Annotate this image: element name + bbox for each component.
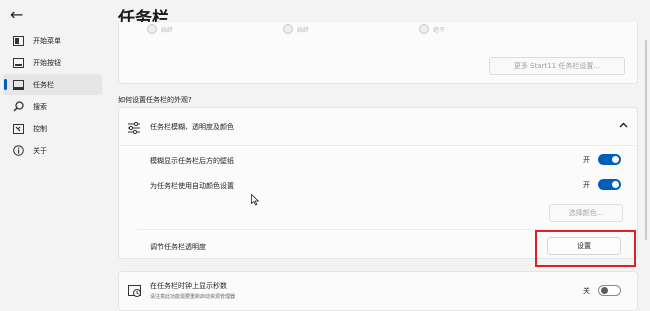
start-button-icon (12, 57, 24, 69)
info-icon (12, 145, 24, 157)
radio-dot (419, 24, 430, 34)
radio-option[interactable]: 绝不 (419, 24, 445, 34)
highlight-box (535, 230, 636, 267)
clock-seconds-toggle-group: 关 (583, 285, 621, 296)
radio-label: 始终 (297, 26, 310, 34)
clock-seconds-card: 在任务栏时钟上显示秒数 请注意此功能需要重新启动资源管理器 关 (118, 271, 638, 311)
radio-label: 始终 (161, 26, 174, 34)
sidebar-item-label: 关于 (33, 146, 47, 155)
blur-wallpaper-toggle[interactable] (598, 154, 621, 165)
sidebar-item-search[interactable]: 搜索 (3, 96, 102, 117)
back-arrow-icon[interactable]: ← (10, 7, 23, 23)
auto-color-toggle-group: 开 (583, 179, 621, 190)
transparency-label: 调节任务栏透明度 (150, 243, 206, 251)
clock-icon (128, 283, 142, 297)
auto-color-label: 为任务栏使用自动颜色设置 (150, 182, 234, 190)
radio-option[interactable]: 始终 (283, 24, 309, 34)
choose-color-button[interactable]: 选择颜色... (549, 204, 623, 222)
taskbar-options-card: 始终 始终 绝不 更多 Start11 任务栏设置... (118, 22, 638, 84)
more-taskbar-settings-button[interactable]: 更多 Start11 任务栏设置... (489, 57, 625, 75)
clock-seconds-subtitle: 请注意此功能需要重新启动资源管理器 (150, 294, 236, 300)
toggle-knob (601, 287, 608, 294)
control-icon (12, 123, 24, 135)
toggle-knob (612, 156, 619, 163)
sidebar-item-label: 开始菜单 (33, 36, 61, 45)
appearance-header-label: 任务栏模糊、透明度及颜色 (150, 123, 234, 131)
radio-dot (283, 24, 294, 34)
sidebar-item-label: 控制 (33, 124, 47, 133)
search-icon (12, 101, 24, 113)
clock-seconds-toggle[interactable] (598, 285, 621, 296)
section-heading: 如何设置任务栏的外观? (118, 96, 192, 104)
sidebar-item-about[interactable]: 关于 (3, 140, 102, 161)
sidebar-item-label: 任务栏 (33, 80, 54, 89)
radio-dot (147, 24, 157, 34)
mouse-cursor-icon (251, 194, 259, 206)
toggle-state-text: 开 (583, 155, 590, 164)
radio-group: 始终 始终 绝不 (147, 24, 445, 34)
toggle-knob (612, 181, 619, 188)
clock-seconds-title: 在任务栏时钟上显示秒数 (150, 282, 227, 290)
chevron-up-icon[interactable] (619, 120, 628, 131)
blur-wallpaper-toggle-group: 开 (583, 154, 621, 165)
start-menu-icon (12, 35, 24, 47)
active-indicator (4, 79, 7, 90)
sidebar-item-label: 搜索 (33, 102, 47, 111)
sidebar-item-start-button[interactable]: 开始按钮 (3, 52, 102, 73)
sliders-icon (127, 120, 141, 135)
blur-wallpaper-label: 模糊显示任务栏后方的壁纸 (150, 157, 234, 165)
toggle-state-text: 关 (583, 286, 590, 295)
sidebar-item-label: 开始按钮 (33, 58, 61, 67)
taskbar-icon (12, 79, 24, 91)
appearance-expander-header[interactable]: 任务栏模糊、透明度及颜色 (119, 108, 637, 146)
sidebar-item-control[interactable]: 控制 (3, 118, 102, 139)
sidebar: 开始菜单 开始按钮 任务栏 搜索 控制 关于 (0, 30, 104, 162)
sidebar-item-taskbar[interactable]: 任务栏 (3, 74, 102, 95)
radio-label: 绝不 (433, 26, 446, 34)
radio-option[interactable]: 始终 (147, 24, 173, 34)
scrollbar[interactable] (645, 40, 647, 240)
toggle-state-text: 开 (583, 180, 590, 189)
auto-color-toggle[interactable] (598, 179, 621, 190)
sidebar-item-start-menu[interactable]: 开始菜单 (3, 30, 102, 51)
